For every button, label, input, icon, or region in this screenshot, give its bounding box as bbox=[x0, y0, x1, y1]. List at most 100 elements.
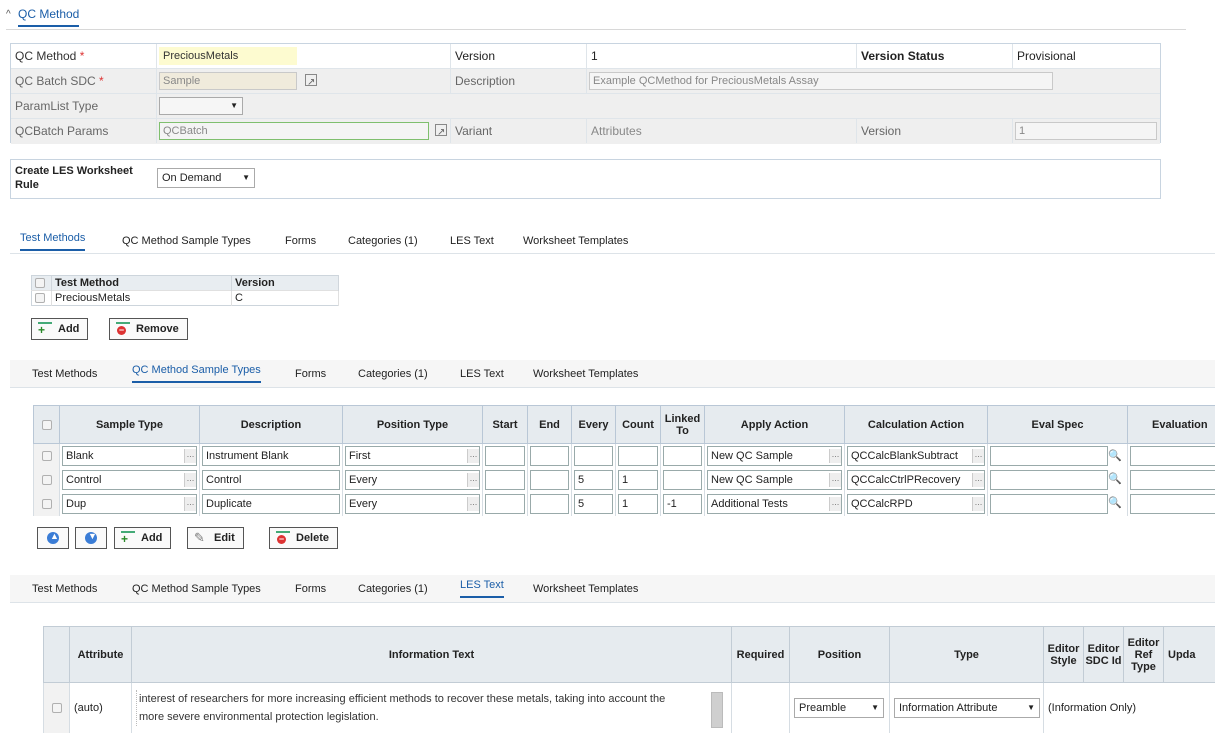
external-link-icon[interactable] bbox=[435, 121, 447, 143]
tab-qc-method-sample-types[interactable]: QC Method Sample Types bbox=[132, 583, 261, 595]
paramlist-type-select[interactable]: ▼ bbox=[159, 97, 243, 115]
column-header[interactable]: Count bbox=[615, 405, 661, 444]
column-header[interactable]: Eval Spec bbox=[987, 405, 1128, 444]
ellipsis-icon[interactable]: … bbox=[829, 472, 841, 487]
evaluation-input[interactable] bbox=[1130, 445, 1215, 466]
ellipsis-icon[interactable]: … bbox=[184, 472, 196, 487]
column-header[interactable]: Calculation Action bbox=[844, 405, 988, 444]
column-header[interactable]: Type bbox=[889, 626, 1044, 683]
evaluation-input[interactable] bbox=[1130, 469, 1215, 490]
end-input[interactable] bbox=[530, 469, 569, 490]
position-type-input[interactable]: Every… bbox=[345, 493, 480, 514]
external-link-icon[interactable] bbox=[305, 71, 317, 93]
eval-spec-input[interactable] bbox=[990, 493, 1108, 514]
linked-to-input[interactable] bbox=[663, 445, 702, 466]
column-header[interactable]: Attribute bbox=[69, 626, 132, 683]
position-type-input[interactable]: First… bbox=[345, 445, 480, 466]
ellipsis-icon[interactable]: … bbox=[972, 448, 984, 463]
tab-qc-method-sample-types[interactable]: QC Method Sample Types bbox=[122, 235, 251, 247]
start-input[interactable] bbox=[485, 445, 525, 466]
column-header[interactable]: Editor Style bbox=[1043, 626, 1084, 683]
section-title[interactable]: QC Method bbox=[18, 7, 80, 27]
ellipsis-icon[interactable]: … bbox=[467, 472, 479, 487]
tab-qc-method-sample-types[interactable]: QC Method Sample Types bbox=[132, 364, 261, 383]
tab-forms[interactable]: Forms bbox=[295, 368, 326, 380]
tab-les-text[interactable]: LES Text bbox=[450, 235, 494, 247]
information-text-editor[interactable]: interest of researchers for more increas… bbox=[136, 689, 727, 728]
every-input[interactable]: 5 bbox=[574, 493, 613, 514]
type-select[interactable]: Information Attribute ▼ bbox=[894, 697, 1040, 718]
ellipsis-icon[interactable]: … bbox=[972, 496, 984, 511]
tab-forms[interactable]: Forms bbox=[295, 583, 326, 595]
column-header[interactable]: Position bbox=[789, 626, 890, 683]
column-header[interactable]: Apply Action bbox=[704, 405, 845, 444]
select-all-checkbox[interactable] bbox=[35, 278, 45, 289]
ellipsis-icon[interactable]: … bbox=[972, 472, 984, 487]
move-up-button[interactable]: ▲ bbox=[37, 527, 69, 549]
tab-categories[interactable]: Categories (1) bbox=[358, 368, 428, 380]
qcbatch-params-input[interactable]: QCBatch bbox=[159, 122, 429, 140]
apply-action-input[interactable]: New QC Sample… bbox=[707, 445, 842, 466]
count-input[interactable] bbox=[618, 445, 658, 466]
scrollbar[interactable] bbox=[711, 691, 723, 728]
add-sample-type-button[interactable]: Add bbox=[114, 527, 172, 549]
tab-les-text[interactable]: LES Text bbox=[460, 368, 504, 380]
caret-up-icon[interactable]: ^ bbox=[6, 9, 11, 20]
column-header[interactable]: Upda bbox=[1163, 626, 1215, 683]
position-type-input[interactable]: Every… bbox=[345, 469, 480, 490]
move-down-button[interactable]: ▼ bbox=[75, 527, 107, 549]
sample-type-input[interactable]: Dup… bbox=[62, 493, 197, 514]
row-checkbox[interactable] bbox=[35, 293, 45, 304]
count-input[interactable]: 1 bbox=[618, 469, 658, 490]
tab-les-text[interactable]: LES Text bbox=[460, 579, 504, 598]
column-header[interactable]: Start bbox=[482, 405, 528, 444]
count-input[interactable]: 1 bbox=[618, 493, 658, 514]
qc-method-input[interactable]: PreciousMetals bbox=[159, 47, 297, 65]
row-checkbox[interactable] bbox=[41, 474, 52, 485]
tab-categories[interactable]: Categories (1) bbox=[348, 235, 418, 247]
select-all-checkbox[interactable] bbox=[41, 419, 52, 430]
add-button[interactable]: Add bbox=[31, 318, 89, 340]
evaluation-input[interactable] bbox=[1130, 493, 1215, 514]
ellipsis-icon[interactable]: … bbox=[467, 496, 479, 511]
eval-spec-input[interactable] bbox=[990, 469, 1108, 490]
magnifier-icon[interactable]: 🔍 bbox=[1108, 472, 1122, 485]
magnifier-icon[interactable]: 🔍 bbox=[1108, 449, 1122, 462]
start-input[interactable] bbox=[485, 493, 525, 514]
magnifier-icon[interactable]: 🔍 bbox=[1108, 496, 1122, 509]
ellipsis-icon[interactable]: … bbox=[184, 496, 196, 511]
position-select[interactable]: Preamble ▼ bbox=[794, 697, 884, 718]
linked-to-input[interactable] bbox=[663, 469, 702, 490]
sample-type-input[interactable]: Control… bbox=[62, 469, 197, 490]
calc-action-input[interactable]: QCCalcBlankSubtract… bbox=[847, 445, 985, 466]
tab-test-methods[interactable]: Test Methods bbox=[20, 232, 86, 251]
column-header[interactable]: Information Text bbox=[131, 626, 732, 683]
tab-worksheet-templates[interactable]: Worksheet Templates bbox=[523, 235, 628, 247]
tab-test-methods[interactable]: Test Methods bbox=[32, 368, 97, 380]
apply-action-input[interactable]: New QC Sample… bbox=[707, 469, 842, 490]
every-input[interactable]: 5 bbox=[574, 469, 613, 490]
column-header[interactable]: Linked To bbox=[660, 405, 705, 444]
column-header[interactable]: Editor Ref Type bbox=[1123, 626, 1164, 683]
version2-input[interactable]: 1 bbox=[1015, 122, 1157, 140]
column-header[interactable]: Editor SDC Id bbox=[1083, 626, 1124, 683]
description-input[interactable]: Example QCMethod for PreciousMetals Assa… bbox=[589, 72, 1053, 90]
column-header[interactable]: Position Type bbox=[342, 405, 483, 444]
linked-to-input[interactable]: -1 bbox=[663, 493, 702, 514]
tab-test-methods[interactable]: Test Methods bbox=[32, 583, 97, 595]
row-checkbox[interactable] bbox=[41, 450, 52, 461]
column-header[interactable]: Evaluation bbox=[1127, 405, 1215, 444]
calc-action-input[interactable]: QCCalcCtrlPRecovery… bbox=[847, 469, 985, 490]
column-header[interactable]: End bbox=[527, 405, 572, 444]
ellipsis-icon[interactable]: … bbox=[829, 496, 841, 511]
description-input[interactable]: Control bbox=[202, 469, 340, 490]
remove-button[interactable]: Remove bbox=[109, 318, 188, 340]
row-checkbox[interactable] bbox=[41, 498, 52, 509]
ellipsis-icon[interactable]: … bbox=[184, 448, 196, 463]
end-input[interactable] bbox=[530, 445, 569, 466]
start-input[interactable] bbox=[485, 469, 525, 490]
tab-categories[interactable]: Categories (1) bbox=[358, 583, 428, 595]
every-input[interactable] bbox=[574, 445, 613, 466]
ellipsis-icon[interactable]: … bbox=[829, 448, 841, 463]
eval-spec-input[interactable] bbox=[990, 445, 1108, 466]
